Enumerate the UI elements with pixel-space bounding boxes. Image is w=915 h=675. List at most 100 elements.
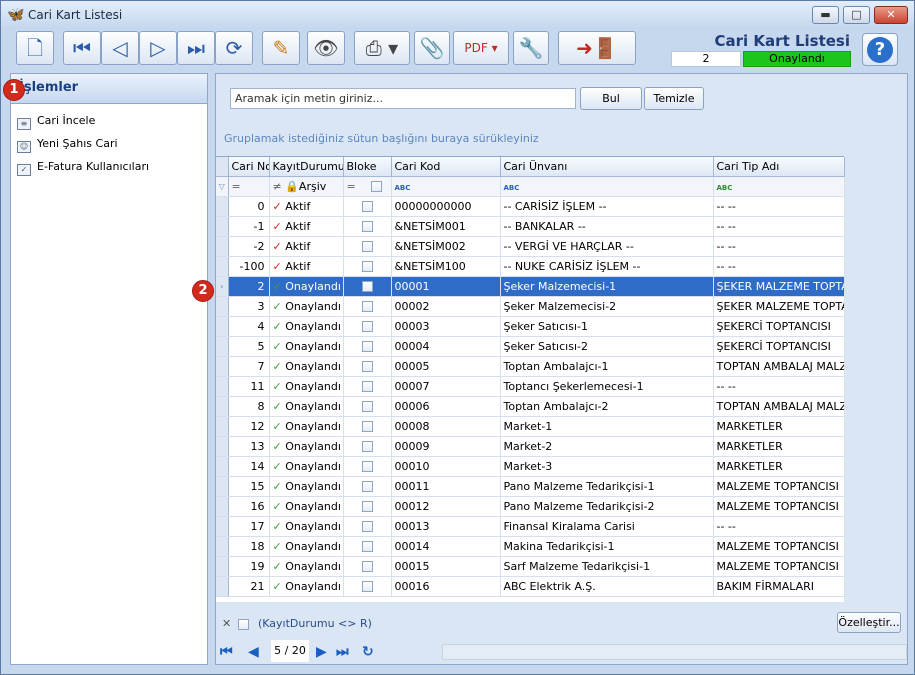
table-row[interactable]: -100 ✓ Aktif &NETSİM100 -- NUKE CARİSİZ İŞL… — [216, 256, 845, 277]
cell-kayit-durumu[interactable]: ✓ Onaylandı — [269, 376, 344, 397]
cell-cari-kod[interactable]: 00012 — [391, 496, 501, 517]
table-row[interactable]: 17 ✓ Onaylandı 00013 Finansal Kiralama Cari… — [216, 516, 845, 537]
new-doc-icon[interactable]: 🗋 — [16, 31, 54, 65]
cell-cari-tip-adi[interactable]: -- -- — [713, 196, 845, 217]
table-row[interactable]: 14 ✓ Onaylandı 00010 Market-3 MARKETLER — [216, 456, 845, 477]
bloke-checkbox[interactable] — [361, 480, 373, 492]
row-indicator[interactable] — [216, 336, 229, 357]
cell-cari-kod[interactable]: 00007 — [391, 376, 501, 397]
menu-item-yeni-sahis[interactable]: ☺ Yeni Şahıs Cari — [11, 132, 207, 155]
cell-cari-no[interactable]: 18 — [228, 536, 270, 557]
edit-icon[interactable]: ✎ — [262, 31, 300, 65]
cell-kayit-durumu[interactable]: ✓ Onaylandı — [269, 516, 344, 537]
search-input[interactable]: Aramak için metin giriniz... — [230, 88, 576, 109]
row-indicator[interactable] — [216, 356, 229, 377]
column-header-cari-kod[interactable]: Cari Kod — [391, 157, 501, 177]
table-row[interactable]: › 2 ✓ Onaylandı 00001 Şeker Malzemecisi-1 ŞEK… — [216, 276, 845, 297]
cell-kayit-durumu[interactable]: ✓ Onaylandı — [269, 296, 344, 317]
cell-cari-tip-adi[interactable]: -- -- — [713, 256, 845, 277]
cell-cari-no[interactable]: 0 — [228, 196, 270, 217]
row-indicator[interactable] — [216, 316, 229, 337]
bloke-checkbox[interactable] — [361, 360, 373, 372]
cell-cari-no[interactable]: 15 — [228, 476, 270, 497]
cell-kayit-durumu[interactable]: ✓ Onaylandı — [269, 536, 344, 557]
bloke-checkbox[interactable] — [361, 220, 373, 232]
cell-cari-kod[interactable]: 00011 — [391, 476, 501, 497]
row-indicator[interactable] — [216, 456, 229, 477]
filter-checkbox[interactable] — [371, 180, 383, 192]
help-button[interactable]: ? — [862, 33, 898, 66]
bloke-checkbox[interactable] — [361, 300, 373, 312]
cell-cari-kod[interactable]: 00004 — [391, 336, 501, 357]
bloke-checkbox[interactable] — [361, 540, 373, 552]
bloke-checkbox[interactable] — [361, 260, 373, 272]
cell-cari-no[interactable]: -2 — [228, 236, 270, 257]
cell-cari-no[interactable]: 4 — [228, 316, 270, 337]
cell-cari-tip-adi[interactable]: -- -- — [713, 516, 845, 537]
cell-cari-unvani[interactable]: Pano Malzeme Tedarikçisi-2 — [500, 496, 714, 517]
row-indicator[interactable] — [216, 536, 229, 557]
menu-item-e-fatura[interactable]: ✓ E-Fatura Kullanıcıları — [11, 155, 207, 178]
bloke-checkbox[interactable] — [361, 420, 373, 432]
cell-cari-no[interactable]: 13 — [228, 436, 270, 457]
nav-prev-icon[interactable]: ◀ — [248, 644, 259, 660]
cell-cari-kod[interactable]: &NETSİM002 — [391, 236, 501, 257]
cell-bloke[interactable] — [343, 376, 392, 397]
cell-cari-kod[interactable]: 00000000000 — [391, 196, 501, 217]
table-row[interactable]: 8 ✓ Onaylandı 00006 Toptan Ambalajcı-2 TOPTA… — [216, 396, 845, 417]
menu-item-cari-incele[interactable]: ≡ Cari İncele — [11, 109, 207, 132]
cell-cari-unvani[interactable]: Şeker Malzemecisi-2 — [500, 296, 714, 317]
minimize-button[interactable]: ▬ — [812, 6, 839, 24]
exit-icon[interactable]: ➜🚪 — [558, 31, 636, 65]
cell-cari-tip-adi[interactable]: BAKIM FİRMALARI — [713, 576, 845, 597]
cell-kayit-durumu[interactable]: ✓ Onaylandı — [269, 476, 344, 497]
row-indicator[interactable] — [216, 396, 229, 417]
cell-bloke[interactable] — [343, 216, 392, 237]
table-row[interactable]: 21 ✓ Onaylandı 00016 ABC Elektrik A.Ş. BAKIM… — [216, 576, 845, 597]
cell-cari-unvani[interactable]: Market-2 — [500, 436, 714, 457]
cell-bloke[interactable] — [343, 516, 392, 537]
table-row[interactable]: 0 ✓ Aktif 00000000000 -- CARİSİZ İŞLEM -- --… — [216, 196, 845, 217]
find-button[interactable]: Bul — [580, 87, 642, 110]
cell-cari-tip-adi[interactable]: TOPTAN AMBALAJ MALZEMECİSİ — [713, 396, 845, 417]
table-row[interactable]: 5 ✓ Onaylandı 00004 Şeker Satıcısı-2 ŞEKERCİ… — [216, 336, 845, 357]
print-icon[interactable]: ⎙ ▾ — [354, 31, 410, 65]
row-indicator[interactable] — [216, 436, 229, 457]
table-row[interactable]: 4 ✓ Onaylandı 00003 Şeker Satıcısı-1 ŞEKERCİ… — [216, 316, 845, 337]
cell-kayit-durumu[interactable]: ✓ Aktif — [269, 236, 344, 257]
cell-kayit-durumu[interactable]: ✓ Onaylandı — [269, 336, 344, 357]
nav-next-icon[interactable]: ▶ — [316, 644, 327, 660]
cell-cari-no[interactable]: 16 — [228, 496, 270, 517]
cell-cari-unvani[interactable]: -- BANKALAR -- — [500, 216, 714, 237]
row-indicator[interactable] — [216, 216, 229, 237]
table-row[interactable]: 16 ✓ Onaylandı 00012 Pano Malzeme Tedarikçi… — [216, 496, 845, 517]
row-indicator[interactable] — [216, 236, 229, 257]
cell-cari-no[interactable]: 2 — [228, 276, 270, 297]
nav-first-icon[interactable]: ⏮ — [220, 644, 233, 660]
cell-cari-kod[interactable]: 00010 — [391, 456, 501, 477]
cell-kayit-durumu[interactable]: ✓ Onaylandı — [269, 276, 344, 297]
cell-bloke[interactable] — [343, 556, 392, 577]
cell-cari-kod[interactable]: 00005 — [391, 356, 501, 377]
row-indicator[interactable] — [216, 196, 229, 217]
cell-cari-unvani[interactable]: -- VERGİ VE HARÇLAR -- — [500, 236, 714, 257]
cell-cari-unvani[interactable]: Finansal Kiralama Carisi — [500, 516, 714, 537]
cell-bloke[interactable] — [343, 356, 392, 377]
row-indicator[interactable] — [216, 256, 229, 277]
table-row[interactable]: 13 ✓ Onaylandı 00009 Market-2 MARKETLER — [216, 436, 845, 457]
cell-cari-tip-adi[interactable]: -- -- — [713, 216, 845, 237]
table-row[interactable]: 19 ✓ Onaylandı 00015 Sarf Malzeme Tedarikçi… — [216, 556, 845, 577]
cell-bloke[interactable] — [343, 496, 392, 517]
bloke-checkbox[interactable] — [361, 460, 373, 472]
close-button[interactable]: ✕ — [874, 6, 908, 24]
cell-cari-kod[interactable]: 00008 — [391, 416, 501, 437]
column-header-bloke[interactable]: Bloke — [343, 157, 392, 177]
preview-icon[interactable]: 👁 — [307, 31, 345, 65]
cell-cari-unvani[interactable]: Şeker Satıcısı-2 — [500, 336, 714, 357]
cell-cari-tip-adi[interactable]: MALZEME TOPTANCISI — [713, 476, 845, 497]
cell-cari-kod[interactable]: 00013 — [391, 516, 501, 537]
filter-cell-tip[interactable]: ABC — [713, 176, 845, 197]
cell-bloke[interactable] — [343, 416, 392, 437]
cell-bloke[interactable] — [343, 236, 392, 257]
cell-cari-no[interactable]: 5 — [228, 336, 270, 357]
